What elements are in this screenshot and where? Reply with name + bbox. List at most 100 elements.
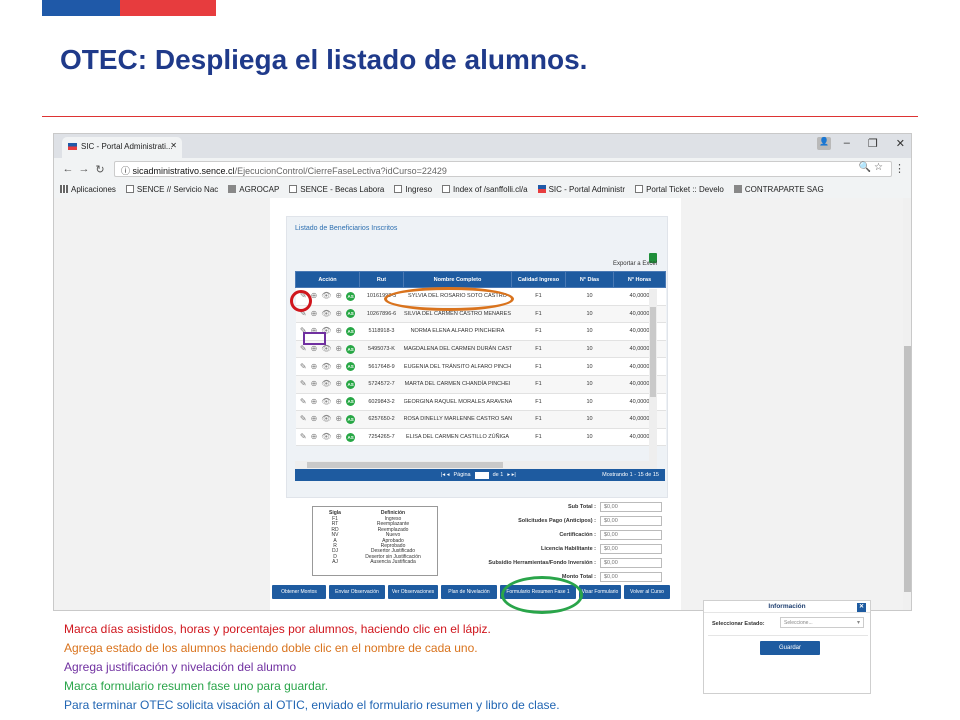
status-as-icon[interactable]: AS bbox=[346, 414, 356, 424]
button-volver-al-curso[interactable]: Volver al Curso bbox=[624, 585, 670, 599]
bookmark-item[interactable]: SENCE // Servicio Nac bbox=[125, 184, 219, 194]
close-window-icon[interactable]: ✕ bbox=[896, 137, 905, 150]
status-as-icon[interactable]: AS bbox=[346, 432, 356, 442]
cell-nombre[interactable]: MARTA DEL CARMEN CHANDÍA PINCHEI bbox=[403, 375, 512, 394]
bookmark-item[interactable]: SENCE - Becas Labora bbox=[289, 185, 384, 194]
view-icon[interactable]: 👁 bbox=[321, 397, 331, 406]
bookmark-label: SENCE // Servicio Nac bbox=[136, 184, 219, 194]
status-as-icon[interactable]: AS bbox=[346, 309, 356, 319]
pencil-icon[interactable]: ✎ bbox=[300, 362, 307, 371]
plus-icon[interactable]: ⊕ bbox=[335, 362, 342, 371]
bookmark-item[interactable]: Portal Ticket :: Develo bbox=[635, 185, 724, 194]
reload-icon[interactable]: ↻ bbox=[92, 163, 108, 176]
bookmark-item[interactable]: CONTRAPARTE SAG bbox=[733, 185, 824, 194]
total-value-field[interactable]: $0,00 bbox=[600, 558, 662, 568]
pencil-icon[interactable]: ✎ bbox=[300, 397, 307, 406]
pencil-icon[interactable]: ✎ bbox=[300, 380, 307, 388]
button-visar-formulario[interactable]: Visar Formulario bbox=[579, 585, 621, 599]
view-icon[interactable]: 👁 bbox=[321, 362, 331, 371]
total-value-field[interactable]: $0,00 bbox=[600, 502, 662, 512]
cell-nombre[interactable]: MAGDALENA DEL CARMEN DURÁN CAST bbox=[403, 340, 512, 359]
column-header[interactable]: Acción bbox=[295, 271, 360, 288]
button-enviar-observaci-n[interactable]: Enviar Observación bbox=[329, 585, 385, 599]
view-icon[interactable]: 👁 bbox=[321, 380, 331, 388]
button-plan-de-nivelaci-n[interactable]: Plan de Nivelación bbox=[441, 585, 497, 599]
save-button[interactable]: Guardar bbox=[760, 641, 820, 655]
add-icon[interactable]: ⊕ bbox=[311, 362, 318, 371]
status-as-icon[interactable]: AS bbox=[346, 379, 356, 389]
column-header[interactable]: Nombre Completo bbox=[403, 271, 512, 288]
menu-icon[interactable]: ⋮ bbox=[894, 162, 905, 175]
add-icon[interactable]: ⊕ bbox=[311, 397, 318, 406]
table-horizontal-scrollbar[interactable] bbox=[295, 461, 657, 469]
column-header[interactable]: Calidad Ingreso bbox=[511, 271, 566, 288]
cell-nombre[interactable]: NORMA ELENA ALFARO PINCHEIRA bbox=[403, 322, 512, 341]
add-icon[interactable]: ⊕ bbox=[311, 309, 318, 318]
status-as-icon[interactable]: AS bbox=[346, 344, 356, 354]
zoom-star-icons[interactable]: 🔍 ☆ bbox=[859, 162, 883, 173]
cell-calidad: F1 bbox=[511, 428, 566, 447]
total-value-field[interactable]: $0,00 bbox=[600, 572, 662, 582]
page-number-input[interactable] bbox=[474, 471, 489, 479]
bookmark-item[interactable]: Ingreso bbox=[394, 185, 432, 194]
add-icon[interactable]: ⊕ bbox=[311, 345, 318, 353]
export-excel-link[interactable]: Exportar a Excel bbox=[613, 261, 657, 267]
restore-icon[interactable]: ❐ bbox=[868, 137, 878, 150]
back-icon[interactable]: ← bbox=[60, 163, 76, 175]
user-icon[interactable]: 👤 bbox=[817, 137, 831, 150]
status-as-icon[interactable]: AS bbox=[346, 362, 356, 372]
plus-icon[interactable]: ⊕ bbox=[335, 433, 342, 441]
add-icon[interactable]: ⊕ bbox=[311, 380, 318, 388]
url-host: sicadministrativo.sence.cl bbox=[132, 166, 235, 176]
status-as-icon[interactable]: AS bbox=[346, 326, 356, 336]
view-icon[interactable]: 👁 bbox=[321, 415, 331, 423]
status-as-icon[interactable]: AS bbox=[346, 291, 356, 301]
cell-nombre[interactable]: ELISA DEL CARMEN CASTILLO ZÚÑIGA bbox=[403, 428, 512, 447]
estado-select[interactable]: Seleccione... ▾ bbox=[780, 617, 864, 628]
button-obtener-montos[interactable]: Obtener Montos bbox=[272, 585, 326, 599]
bookmark-item[interactable]: Index of /sanffolli.cl/a bbox=[442, 185, 528, 194]
column-header[interactable]: N° Horas bbox=[613, 271, 666, 288]
minimize-icon[interactable]: – bbox=[844, 137, 850, 150]
page-scrollbar[interactable] bbox=[903, 198, 911, 610]
column-header[interactable]: Rut bbox=[359, 271, 404, 288]
cell-nombre[interactable]: ROSA DINELLY MARLENNE CASTRO SAN bbox=[403, 410, 512, 429]
url-path: /EjecucionControl/CierreFaseLectiva?idCu… bbox=[234, 166, 447, 176]
view-icon[interactable]: 👁 bbox=[321, 433, 331, 441]
view-icon[interactable]: 👁 bbox=[321, 292, 331, 300]
cell-nombre[interactable]: GEORGINA RAQUEL MORALES ARAVENA bbox=[403, 393, 512, 412]
bookmark-item[interactable]: AGROCAP bbox=[228, 185, 279, 194]
plus-icon[interactable]: ⊕ bbox=[335, 345, 342, 353]
total-value-field[interactable]: $0,00 bbox=[600, 530, 662, 540]
close-icon[interactable]: ✕ bbox=[857, 603, 866, 612]
pencil-icon[interactable]: ✎ bbox=[300, 415, 307, 423]
view-icon[interactable]: 👁 bbox=[321, 309, 331, 318]
plus-icon[interactable]: ⊕ bbox=[335, 415, 342, 423]
pencil-icon[interactable]: ✎ bbox=[300, 433, 307, 441]
first-page-icon[interactable]: |◂ ◂ bbox=[441, 472, 449, 478]
button-ver-observaciones[interactable]: Ver Observaciones bbox=[388, 585, 438, 599]
plus-icon[interactable]: ⊕ bbox=[335, 397, 342, 406]
status-as-icon[interactable]: AS bbox=[346, 397, 356, 407]
plus-icon[interactable]: ⊕ bbox=[335, 292, 342, 300]
column-header[interactable]: N° Días bbox=[565, 271, 614, 288]
bookmark-item[interactable]: SIC - Portal Administr bbox=[537, 185, 625, 194]
browser-tab[interactable]: SIC - Portal Administrati... ✕ bbox=[62, 137, 182, 158]
table-vertical-scrollbar[interactable] bbox=[649, 289, 657, 461]
plus-icon[interactable]: ⊕ bbox=[335, 380, 342, 388]
forward-icon[interactable]: → bbox=[76, 163, 92, 175]
view-icon[interactable]: 👁 bbox=[321, 345, 331, 353]
last-page-icon[interactable]: ▸ ▸| bbox=[507, 472, 515, 478]
add-icon[interactable]: ⊕ bbox=[311, 415, 318, 423]
cell-nombre[interactable]: EUGENIA DEL TRÁNSITO ALFARO PINCH bbox=[403, 357, 512, 376]
total-value-field[interactable]: $0,00 bbox=[600, 544, 662, 554]
plus-icon[interactable]: ⊕ bbox=[335, 327, 342, 335]
plus-icon[interactable]: ⊕ bbox=[335, 309, 342, 318]
url-field[interactable]: ⓘ sicadministrativo.sence.cl/EjecucionCo… bbox=[114, 161, 892, 177]
add-icon[interactable]: ⊕ bbox=[311, 433, 318, 441]
close-tab-icon[interactable]: ✕ bbox=[170, 141, 177, 150]
total-value-field[interactable]: $0,00 bbox=[600, 516, 662, 526]
bookmark-item[interactable]: Aplicaciones bbox=[60, 185, 116, 194]
action-icons: ✎ ⊕ 👁 ⊕ AS bbox=[296, 362, 360, 372]
pencil-icon[interactable]: ✎ bbox=[300, 345, 307, 353]
